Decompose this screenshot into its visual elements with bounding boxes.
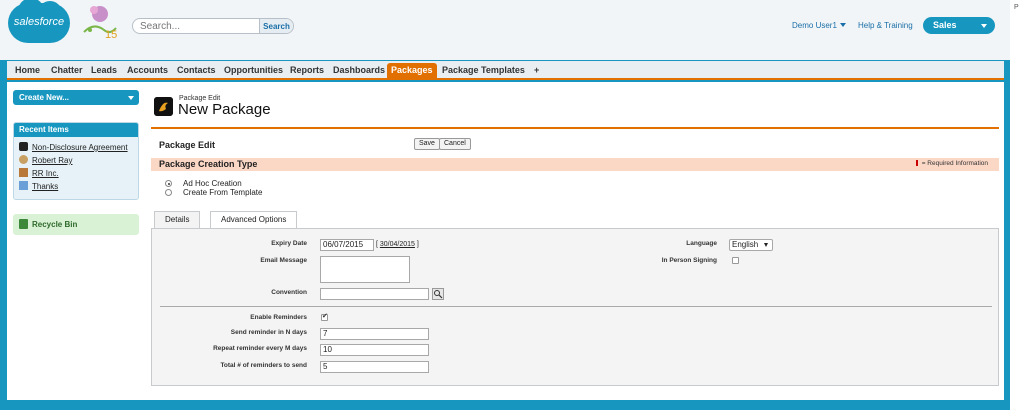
radio-ad-hoc[interactable]: Ad Hoc Creation xyxy=(165,179,242,188)
send-reminder-label: Send reminder in N days xyxy=(230,329,307,336)
required-information-text: = Required Information xyxy=(921,160,988,167)
advanced-options-panel: Expiry Date 06/07/2015 [ 30/04/2015 ] Em… xyxy=(151,228,999,386)
package-icon xyxy=(19,142,28,151)
recent-items-title: Recent Items xyxy=(14,123,138,137)
tab-bar: Home Chatter Leads Accounts Contacts Opp… xyxy=(7,61,1004,80)
tab-package-templates[interactable]: Package Templates xyxy=(438,64,529,78)
recent-item-label: RR Inc. xyxy=(32,169,59,178)
recent-item-label: Robert Ray xyxy=(32,156,73,165)
radio-from-template[interactable]: Create From Template xyxy=(165,188,262,197)
required-information-note: = Required Information xyxy=(915,160,988,167)
help-training-link[interactable]: Help & Training xyxy=(858,21,913,30)
side-panel-text: P xyxy=(1014,4,1019,11)
package-edit-form: Package Edit Save Cancel Package Creatio… xyxy=(151,127,999,386)
user-menu-label: Demo User1 xyxy=(792,21,837,30)
template-icon xyxy=(19,181,28,190)
total-reminders-label: Total # of reminders to send xyxy=(220,362,307,369)
app-switcher-label: Sales xyxy=(933,20,957,30)
recent-items-box: Recent Items Non-Disclosure Agreement Ro… xyxy=(13,122,139,200)
tab-home[interactable]: Home xyxy=(11,64,44,78)
convention-label: Convention xyxy=(271,289,307,296)
recent-item-robert-ray[interactable]: Robert Ray xyxy=(19,155,72,165)
tab-leads[interactable]: Leads xyxy=(87,64,121,78)
expiry-date-link[interactable]: 30/04/2015 xyxy=(380,241,415,248)
chevron-down-icon xyxy=(839,23,846,27)
global-header: salesforce 15 Search Demo User1 Help & T… xyxy=(0,0,1010,60)
expiry-date-label: Expiry Date xyxy=(271,240,307,247)
enable-reminders-checkbox[interactable] xyxy=(321,312,328,321)
edit-form-title: Package Edit xyxy=(159,140,216,150)
radio-button[interactable] xyxy=(165,189,172,196)
language-label: Language xyxy=(686,240,717,247)
lookup-icon[interactable] xyxy=(432,288,444,300)
recent-item-nda[interactable]: Non-Disclosure Agreement xyxy=(19,142,128,152)
add-tab-button[interactable]: + xyxy=(530,64,543,78)
svg-text:15: 15 xyxy=(105,29,117,40)
required-marker-icon xyxy=(915,160,918,166)
radio-label: Ad Hoc Creation xyxy=(183,179,242,188)
language-select[interactable]: English xyxy=(729,239,773,251)
anniversary-mascot-icon: 15 xyxy=(83,6,117,40)
radio-label: Create From Template xyxy=(183,188,263,197)
in-person-signing-checkbox[interactable] xyxy=(732,257,739,264)
subtab-advanced-options[interactable]: Advanced Options xyxy=(210,211,298,229)
logo-text: salesforce xyxy=(13,16,65,28)
global-search: Search xyxy=(132,18,294,34)
main-panel: Create New... Recent Items Non-Disclosur… xyxy=(7,82,1004,400)
recent-item-label: Thanks xyxy=(32,182,59,191)
expiry-date-shortcut: [ 30/04/2015 ] xyxy=(376,241,419,248)
create-new-button[interactable]: Create New... xyxy=(13,90,139,105)
account-icon xyxy=(19,168,28,177)
side-panel: P xyxy=(1010,0,1024,410)
contact-icon xyxy=(19,155,28,164)
package-icon xyxy=(154,97,173,116)
search-input[interactable] xyxy=(133,19,261,33)
send-reminder-input[interactable]: 7 xyxy=(320,328,429,340)
tab-opportunities[interactable]: Opportunities xyxy=(220,64,287,78)
save-button[interactable]: Save xyxy=(414,138,440,150)
email-message-label: Email Message xyxy=(260,257,307,264)
tab-reports[interactable]: Reports xyxy=(286,64,328,78)
search-button[interactable]: Search xyxy=(259,19,293,33)
recent-item-label: Non-Disclosure Agreement xyxy=(32,143,128,152)
cancel-button[interactable]: Cancel xyxy=(439,138,471,150)
repeat-reminder-label: Repeat reminder every M days xyxy=(213,345,307,352)
create-new-label: Create New... xyxy=(19,93,69,102)
creation-type-section-header: Package Creation Type = Required Informa… xyxy=(151,158,999,171)
page-title: New Package xyxy=(178,101,271,118)
tab-dashboards[interactable]: Dashboards xyxy=(329,64,389,78)
section-divider xyxy=(160,306,992,307)
total-reminders-input[interactable]: 5 xyxy=(320,361,429,373)
section-label: Package Creation Type xyxy=(159,159,258,169)
convention-input[interactable] xyxy=(320,288,429,300)
in-person-signing-label: In Person Signing xyxy=(661,257,717,264)
salesforce-logo[interactable]: salesforce xyxy=(8,0,70,43)
repeat-reminder-input[interactable]: 10 xyxy=(320,344,429,356)
enable-reminders-label: Enable Reminders xyxy=(250,314,307,321)
tab-contacts[interactable]: Contacts xyxy=(173,64,220,78)
chevron-down-icon xyxy=(981,24,987,28)
recent-item-rr-inc[interactable]: RR Inc. xyxy=(19,168,59,178)
recent-item-thanks[interactable]: Thanks xyxy=(19,181,58,191)
email-message-textarea[interactable] xyxy=(320,256,410,283)
language-select-value: English xyxy=(732,240,759,249)
tab-packages[interactable]: Packages xyxy=(387,63,437,78)
recycle-bin-icon xyxy=(19,219,28,229)
recycle-bin-link[interactable]: Recycle Bin xyxy=(13,214,139,235)
tab-accounts[interactable]: Accounts xyxy=(123,64,172,78)
radio-button-selected[interactable] xyxy=(165,180,172,187)
expiry-date-input[interactable]: 06/07/2015 xyxy=(320,239,374,251)
chevron-down-icon xyxy=(764,243,768,247)
user-menu[interactable]: Demo User1 xyxy=(792,21,846,30)
chevron-down-icon xyxy=(128,96,134,100)
app-switcher[interactable]: Sales xyxy=(923,17,995,34)
tab-chatter[interactable]: Chatter xyxy=(47,64,87,78)
recycle-bin-label: Recycle Bin xyxy=(32,220,78,229)
subtab-details[interactable]: Details xyxy=(154,211,201,228)
